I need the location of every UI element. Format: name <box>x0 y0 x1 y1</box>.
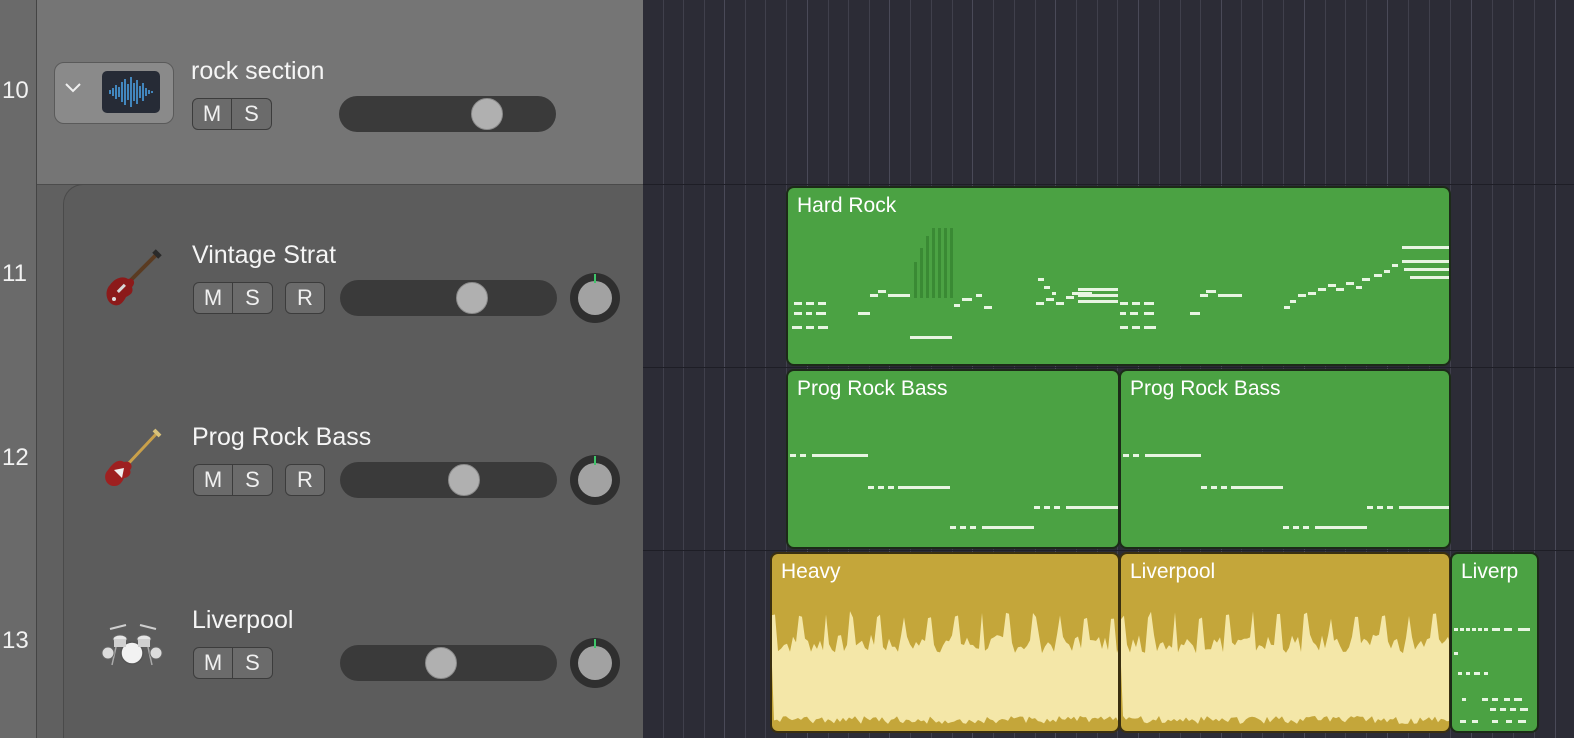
midi-region[interactable]: Hard Rock <box>786 186 1451 366</box>
chevron-down-icon[interactable] <box>63 77 83 103</box>
electric-guitar-icon <box>100 245 164 309</box>
mute-button[interactable]: M <box>193 464 233 496</box>
track-number: 11 <box>2 260 27 287</box>
drum-kit-icon <box>100 609 164 673</box>
track-headers: rock section M S Vintage Strat M S R Pro… <box>37 0 644 738</box>
midi-notes <box>1123 454 1449 529</box>
pan-knob[interactable] <box>570 273 620 323</box>
record-enable-button[interactable]: R <box>285 464 325 496</box>
mute-button[interactable]: M <box>192 98 232 130</box>
bass-guitar-icon <box>100 426 164 490</box>
track-name[interactable]: Liverpool <box>192 606 293 635</box>
track-name[interactable]: rock section <box>191 57 324 86</box>
waveform-shape <box>772 611 1118 724</box>
track-number: 13 <box>2 627 29 654</box>
volume-slider-handle[interactable] <box>448 464 480 496</box>
volume-slider[interactable] <box>340 280 557 316</box>
midi-notes <box>792 228 1449 339</box>
grid-line <box>663 0 664 738</box>
mute-button[interactable]: M <box>193 282 233 314</box>
mute-button[interactable]: M <box>193 647 233 679</box>
volume-slider[interactable] <box>340 462 557 498</box>
track-name[interactable]: Vintage Strat <box>192 241 336 270</box>
waveform-shape <box>1121 611 1449 724</box>
pan-knob-cap <box>578 281 612 315</box>
audio-region[interactable]: Heavy <box>770 552 1120 733</box>
track-header-prog-rock-bass[interactable]: Prog Rock Bass M S R <box>63 368 644 552</box>
pan-knob-cap <box>578 463 612 497</box>
midi-region[interactable]: Liverp <box>1450 552 1539 733</box>
midi-notes <box>790 454 1118 529</box>
track-name[interactable]: Prog Rock Bass <box>192 423 371 452</box>
pan-indicator <box>594 456 596 465</box>
pan-knob[interactable] <box>570 638 620 688</box>
pan-indicator <box>594 639 596 648</box>
grid-line <box>704 0 705 738</box>
logic-tracks-window: 10 11 12 13 rock section M S Vintage Str… <box>0 0 1574 738</box>
midi-region[interactable]: Prog Rock Bass <box>1119 369 1451 549</box>
track-header-liverpool[interactable]: Liverpool M S <box>63 551 644 738</box>
grid-line <box>683 0 684 738</box>
volume-slider-handle[interactable] <box>456 282 488 314</box>
grid-line <box>765 0 766 738</box>
solo-button[interactable]: S <box>233 464 273 496</box>
track-header-vintage-strat[interactable]: Vintage Strat M S R <box>63 184 644 369</box>
waveform-icon <box>102 71 160 113</box>
track-number: 10 <box>2 77 29 104</box>
volume-slider[interactable] <box>340 645 557 681</box>
record-enable-button[interactable]: R <box>285 282 325 314</box>
volume-slider-handle[interactable] <box>425 647 457 679</box>
tracks-area[interactable]: Hard Rock Prog Rock Bass Prog Rock Bass … <box>643 0 1574 738</box>
lane-divider <box>643 184 1574 185</box>
midi-region[interactable]: Prog Rock Bass <box>786 369 1120 549</box>
folder-track-header[interactable]: rock section M S <box>37 0 643 185</box>
track-number: 12 <box>2 444 29 471</box>
solo-button[interactable]: S <box>232 98 272 130</box>
midi-notes <box>1454 628 1530 723</box>
volume-slider[interactable] <box>339 96 556 132</box>
pan-knob-cap <box>578 646 612 680</box>
grid-line <box>724 0 725 738</box>
track-number-column: 10 11 12 13 <box>0 0 37 738</box>
grid-line <box>745 0 746 738</box>
pan-knob[interactable] <box>570 455 620 505</box>
pan-indicator <box>594 274 596 283</box>
audio-waveform <box>772 611 1118 724</box>
audio-region[interactable]: Liverpool <box>1119 552 1451 733</box>
folder-stack-button[interactable] <box>54 62 174 124</box>
audio-waveform <box>1121 611 1449 724</box>
solo-button[interactable]: S <box>233 647 273 679</box>
lane-divider <box>643 367 1574 368</box>
lane-divider <box>643 550 1574 551</box>
volume-slider-handle[interactable] <box>471 98 503 130</box>
grid-line <box>1555 0 1556 738</box>
solo-button[interactable]: S <box>233 282 273 314</box>
